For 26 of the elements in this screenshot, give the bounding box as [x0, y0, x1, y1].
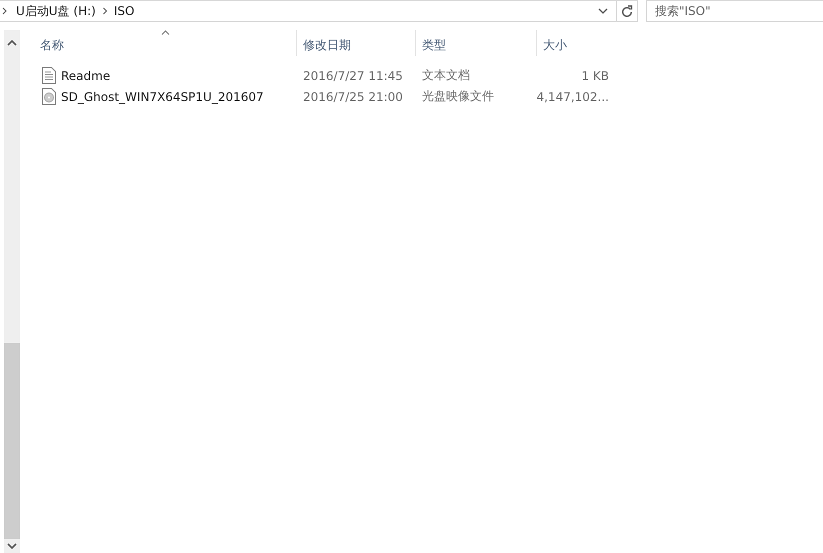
column-header[interactable]: 类型 — [415, 30, 536, 56]
file-name[interactable]: Readme — [61, 68, 110, 82]
search-field[interactable]: 搜索"ISO" — [646, 0, 823, 22]
file-name[interactable]: SD_Ghost_WIN7X64SP1U_201607 — [61, 90, 264, 104]
scrollbar[interactable] — [4, 30, 20, 553]
sort-caret-icon — [160, 30, 170, 35]
chevron-right-icon — [2, 7, 7, 15]
file-size: 1 KB — [581, 68, 609, 82]
column-header[interactable]: 大小 — [536, 30, 616, 56]
scroll-up-icon[interactable] — [7, 40, 17, 46]
document-icon — [42, 67, 56, 84]
chevron-right-icon[interactable] — [102, 7, 108, 15]
breadcrumb[interactable]: U启动U盘 (H:) — [14, 2, 98, 20]
column-header[interactable]: 修改日期 — [296, 30, 415, 56]
refresh-icon — [621, 4, 633, 18]
file-size: 4,147,102... — [536, 90, 609, 104]
scroll-down-icon[interactable] — [7, 543, 17, 549]
column-header[interactable]: 名称 — [33, 30, 296, 56]
address-bar[interactable]: U启动U盘 (H:) ISO — [0, 0, 638, 22]
file-type: 文本文档 — [422, 67, 470, 84]
disc-image-icon — [42, 88, 56, 105]
modified-date: 2016/7/27 11:45 — [303, 68, 403, 82]
chevron-down-icon[interactable] — [598, 8, 608, 14]
breadcrumb[interactable]: ISO — [112, 4, 136, 18]
file-type: 光盘映像文件 — [422, 88, 494, 105]
modified-date: 2016/7/25 21:00 — [303, 90, 403, 104]
